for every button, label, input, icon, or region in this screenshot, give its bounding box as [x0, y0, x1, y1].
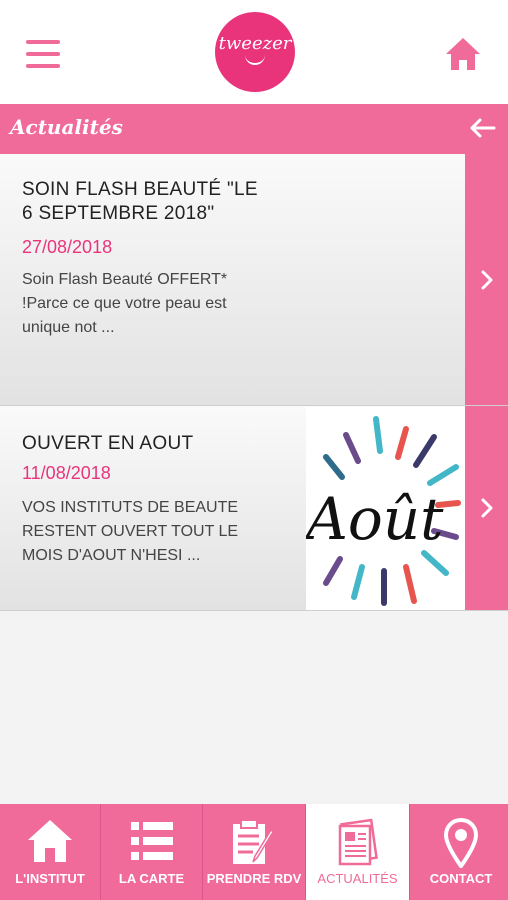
news-date: 11/08/2018 [22, 463, 111, 483]
home-icon [28, 820, 72, 862]
tab-contact[interactable]: CONTACT [410, 804, 508, 900]
tab-institut[interactable]: L'INSTITUT [0, 804, 101, 900]
bottom-tab-bar: L'INSTITUT LA CARTE PRENDRE RDV ACTUALIT… [0, 804, 508, 900]
news-excerpt: Soin Flash Beauté OFFERT* !Parce ce que … [22, 271, 228, 336]
tab-actualites[interactable]: ACTUALITÉS [306, 804, 410, 900]
page-title-bar: Actualités [0, 104, 508, 154]
tab-prendre-rdv[interactable]: PRENDRE RDV [203, 804, 306, 900]
tab-label: L'INSTITUT [15, 871, 85, 886]
tab-label: PRENDRE RDV [206, 871, 302, 886]
logo-text: tweezer [218, 33, 292, 54]
aout-illustration: Août [306, 416, 461, 606]
news-item-1[interactable]: SOIN FLASH BEAUTÉ "LE 6 SEPTEMBRE 2018" … [0, 154, 508, 406]
chevron-right-icon [481, 270, 492, 289]
tab-la-carte[interactable]: LA CARTE [101, 804, 203, 900]
hamburger-menu-icon[interactable] [26, 40, 60, 68]
news-image-aout: Août [306, 407, 465, 610]
news-excerpt: VOS INSTITUTS DE BEAUTE RESTENT OUVERT T… [22, 499, 239, 564]
news-date: 27/08/2018 [22, 237, 113, 257]
app-header: tweezer [0, 0, 508, 104]
tweezer-logo: tweezer [215, 12, 295, 92]
tab-label: CONTACT [429, 871, 493, 886]
page-title: Actualités [10, 115, 123, 139]
arrow-left-icon[interactable] [468, 116, 496, 140]
aout-text: Août [306, 485, 444, 553]
news-title: SOIN FLASH BEAUTÉ "LE 6 SEPTEMBRE 2018" [22, 179, 258, 224]
newspaper-icon [338, 818, 378, 866]
clipboard-edit-icon [233, 819, 274, 864]
map-pin-icon [444, 818, 478, 868]
tab-label: LA CARTE [118, 871, 185, 886]
tab-label: ACTUALITÉS [317, 871, 398, 886]
home-icon[interactable] [444, 36, 482, 72]
news-title: OUVERT EN AOUT [22, 433, 194, 454]
list-icon [130, 822, 173, 860]
open-news-button[interactable] [465, 154, 508, 405]
chevron-right-icon [481, 498, 492, 518]
open-news-button[interactable] [465, 406, 508, 610]
